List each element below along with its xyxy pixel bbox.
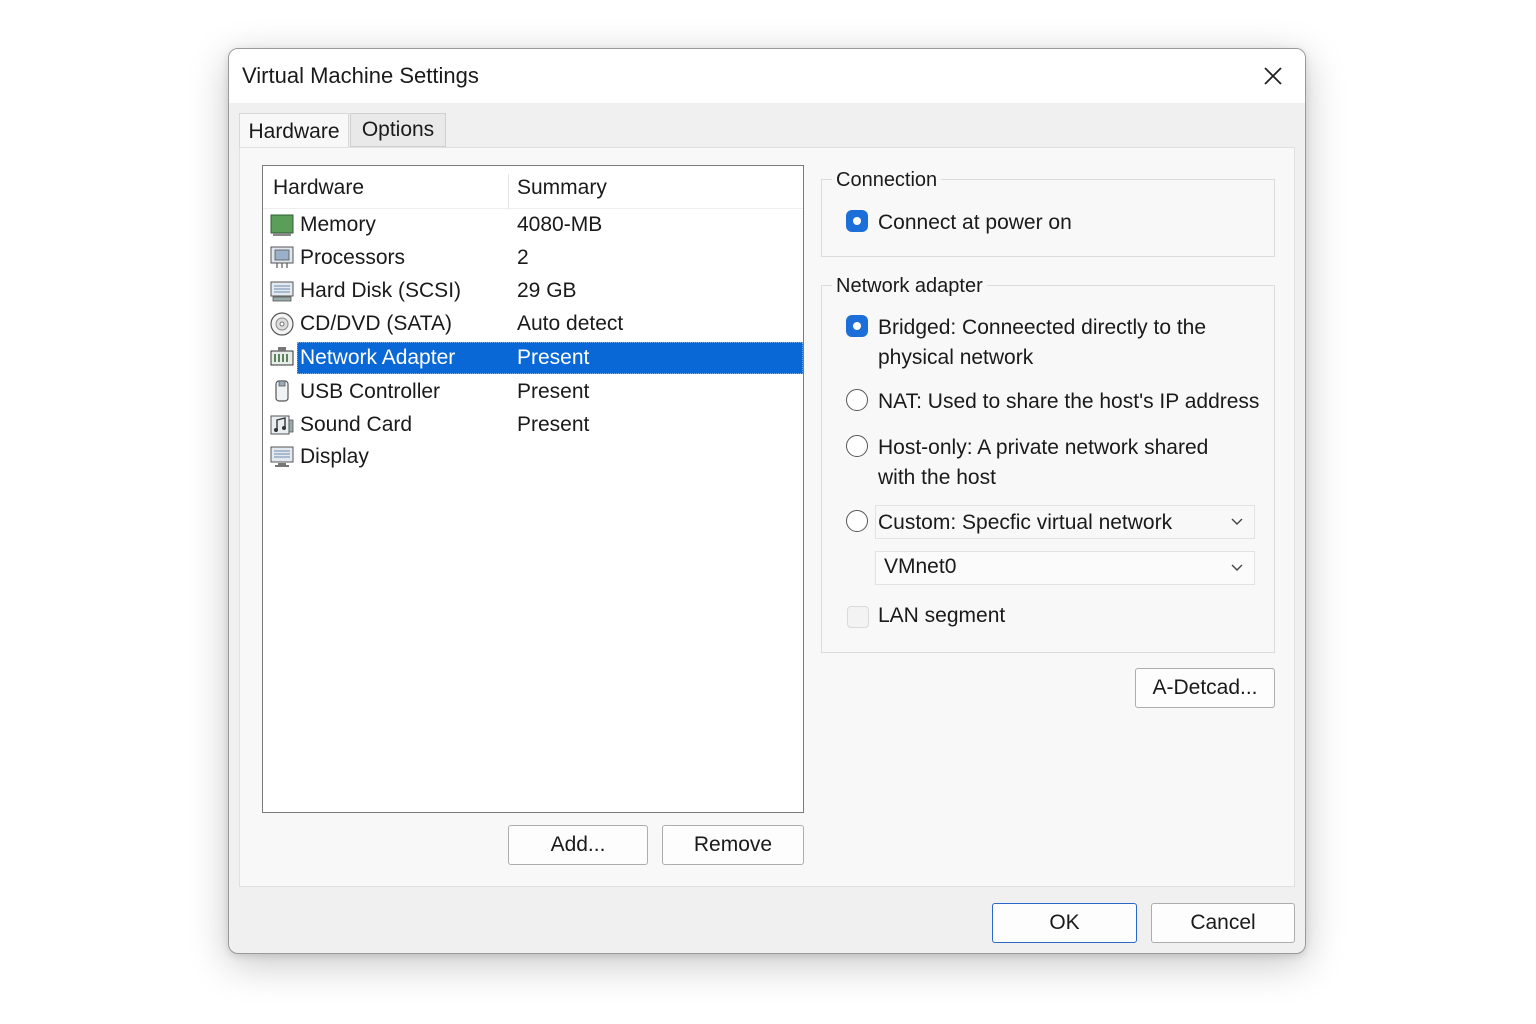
hardware-row-hard-disk[interactable]: Hard Disk (SCSI) 29 GB (263, 275, 803, 307)
column-header-hardware[interactable]: Hardware (273, 176, 364, 200)
advanced-button[interactable]: A-Detcad... (1135, 668, 1275, 708)
hardware-name: Sound Card (300, 413, 413, 436)
custom-radio[interactable] (846, 510, 868, 532)
hardware-row-cd-dvd[interactable]: CD/DVD (SATA) Auto detect (263, 308, 803, 340)
chevron-down-icon (1231, 564, 1243, 571)
window-title: Virtual Machine Settings (242, 63, 479, 88)
host-only-radio[interactable] (846, 435, 868, 457)
network-adapter-icon (270, 347, 294, 366)
hardware-summary: 2 (517, 246, 529, 269)
lan-segment-checkbox[interactable] (847, 606, 869, 628)
cd-dvd-icon (270, 312, 294, 336)
tab-options[interactable]: Options (350, 113, 446, 147)
column-divider (508, 174, 509, 210)
hardware-summary: 29 GB (517, 279, 577, 302)
display-icon (270, 446, 294, 467)
hardware-list[interactable]: Hardware Summary Memory 4080-MB Processo… (262, 165, 804, 813)
usb-controller-icon (275, 380, 289, 402)
hardware-summary: Present (517, 413, 590, 436)
sound-card-icon (270, 415, 294, 435)
hardware-row-usb-controller[interactable]: USB Controller Present (263, 376, 803, 408)
nat-label: NAT: Used to share the host's IP address (878, 390, 1260, 413)
vm-settings-dialog: Virtual Machine Settings Hardware Option… (228, 48, 1306, 954)
memory-icon (270, 214, 294, 236)
hardware-name: Processors (300, 246, 406, 269)
hardware-summary: Auto detect (517, 312, 624, 335)
hardware-list-header: Hardware Summary (263, 166, 803, 210)
add-button[interactable]: Add... (508, 825, 648, 865)
hardware-name: Network Adapter (300, 346, 456, 369)
hardware-name: Display (300, 445, 369, 468)
processor-icon (270, 246, 294, 268)
custom-label: Custom: Specfic virtual network (878, 511, 1173, 534)
bridged-label-line2: physical network (878, 346, 1034, 369)
hardware-row-memory[interactable]: Memory 4080-MB (263, 209, 803, 241)
hard-disk-icon (270, 281, 294, 302)
connect-at-power-on-label: Connect at power on (878, 211, 1072, 234)
hardware-summary: 4080-MB (517, 213, 603, 236)
hardware-name: CD/DVD (SATA) (300, 312, 453, 335)
nat-radio[interactable] (846, 389, 868, 411)
title-bar: Virtual Machine Settings (229, 49, 1305, 103)
tab-hardware[interactable]: Hardware (239, 113, 349, 149)
bridged-radio[interactable] (846, 315, 868, 337)
vmnet-select[interactable]: VMnet0 (875, 551, 1255, 585)
chevron-down-icon (1231, 518, 1243, 525)
hardware-name: USB Controller (300, 380, 441, 403)
hardware-name: Memory (300, 213, 376, 236)
hardware-summary: Present (517, 346, 590, 369)
ok-button[interactable]: OK (992, 903, 1137, 943)
bridged-label-line1: Bridged: Conneected directly to the (878, 316, 1207, 339)
hardware-row-processors[interactable]: Processors 2 (263, 242, 803, 274)
close-button[interactable] (1255, 59, 1291, 93)
column-header-summary[interactable]: Summary (517, 176, 607, 200)
hardware-row-sound-card[interactable]: Sound Card Present (263, 409, 803, 441)
close-icon (1264, 67, 1282, 85)
hardware-row-network-adapter[interactable]: Network Adapter Present (263, 342, 803, 374)
lan-segment-label: LAN segment (878, 604, 1006, 627)
connect-at-power-on-checkbox[interactable] (846, 210, 868, 232)
remove-button[interactable]: Remove (662, 825, 804, 865)
hardware-row-display[interactable]: Display (263, 441, 803, 473)
host-only-label-line2: with the host (878, 466, 996, 489)
network-adapter-legend: Network adapter (832, 275, 987, 298)
cancel-button[interactable]: Cancel (1151, 903, 1295, 943)
hardware-name: Hard Disk (SCSI) (300, 279, 462, 302)
connection-legend: Connection (832, 169, 942, 192)
vmnet-value: VMnet0 (884, 555, 957, 578)
host-only-label-line1: Host-only: A private network shared (878, 436, 1209, 459)
hardware-summary: Present (517, 380, 590, 403)
